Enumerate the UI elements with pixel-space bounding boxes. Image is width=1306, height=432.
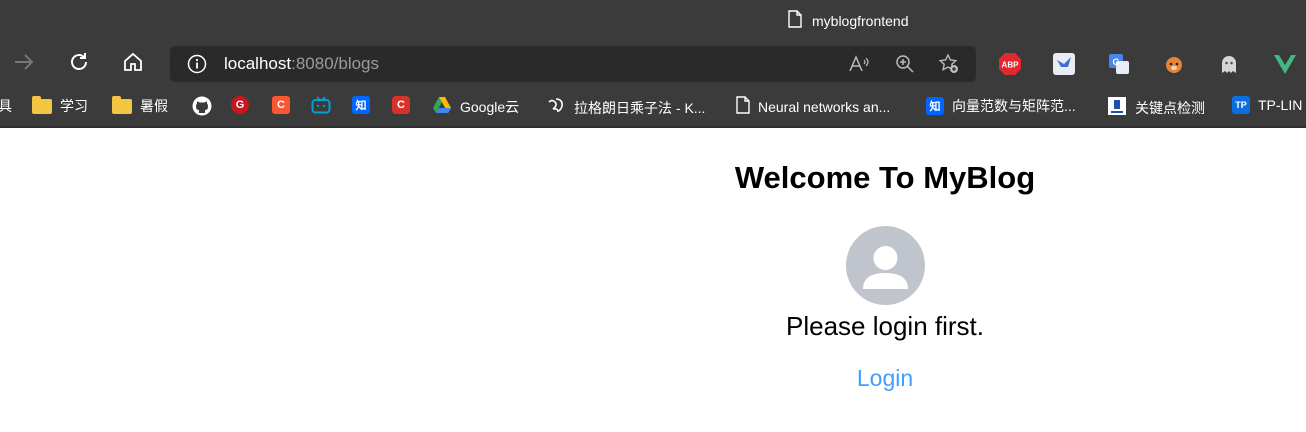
forward-button[interactable] [9,50,39,78]
bookmark-label: 暑假 [140,98,168,114]
info-icon[interactable] [186,54,208,74]
address-bar[interactable]: localhost:8080/blogs [170,46,976,82]
bookmark-folder-tools[interactable]: 具 [0,96,12,116]
page-title: Welcome To MyBlog [734,160,1036,195]
bookmark-label: 关键点检测 [1135,99,1205,116]
bookmark-csdn-2[interactable]: C [392,96,410,114]
favorite-add-icon[interactable] [938,53,960,74]
zhihu-icon: 知 [926,97,944,115]
user-icon [846,246,925,305]
om-icon [546,96,566,119]
folder-icon [32,95,52,114]
bookmark-label: 拉格朗日乘子法 - K... [574,99,706,116]
url-path: :8080/blogs [291,54,380,73]
arrow-right-icon [13,53,35,76]
csdn-icon: C [272,96,290,114]
reload-button[interactable] [64,50,94,78]
abp-extension-icon[interactable]: ABP [997,51,1023,77]
bookmark-keypoint-detection[interactable]: 关键点检测 [1107,96,1205,119]
login-link[interactable]: Login [0,365,1306,392]
avatar [846,226,925,305]
vue-extension-icon[interactable] [1272,51,1298,77]
reload-icon [68,51,90,78]
google-drive-icon [432,96,452,117]
bookmark-vector-norm[interactable]: 知 向量范数与矩阵范... [926,96,1076,116]
url-host: localhost [224,54,292,73]
page-icon [788,10,802,31]
bilibili-icon [311,96,331,117]
abp-text: ABP [1002,61,1020,70]
tp-icon: TP [1232,96,1250,114]
bookmark-github[interactable] [192,96,212,119]
bookmark-label: Neural networks an... [758,98,891,115]
zhihu-icon: 知 [352,96,370,114]
page-icon [736,96,750,117]
login-prompt: Please login first. [786,311,984,341]
navigation-bar: localhost:8080/blogs ABP G [0,42,1306,86]
active-tab[interactable]: myblogfrontend [788,10,909,31]
bird-extension-icon[interactable] [1051,51,1077,77]
bookmark-tplink[interactable]: TP TP-LIN [1232,96,1302,114]
bookmark-g-site[interactable]: G [231,96,249,114]
g-icon: G [231,96,249,114]
bookmark-lagrange[interactable]: 拉格朗日乘子法 - K... [546,96,705,119]
home-icon [122,52,144,77]
bookmark-label: 学习 [60,98,88,114]
read-aloud-icon[interactable] [848,54,870,74]
bookmark-label: TP-LIN [1258,97,1303,113]
csdn-icon: C [392,96,410,114]
bookmark-label: Google云 [460,98,520,115]
bookmark-zhihu-1[interactable]: 知 [352,96,370,114]
zoom-icon[interactable] [894,54,916,74]
bookmark-label: 具 [0,98,12,114]
folder-icon [112,95,132,114]
bookmark-folder-summer[interactable]: 暑假 [112,95,168,116]
window-titlebar: myblogfrontend [0,0,1306,42]
translate-extension-icon[interactable]: G [1106,51,1132,77]
page-header: Welcome To MyBlog [0,160,1306,196]
fox-extension-icon[interactable] [1161,51,1187,77]
translate-g-text: G [1112,57,1119,67]
bookmark-google-cloud[interactable]: Google云 [432,96,519,117]
bookmark-folder-study[interactable]: 学习 [32,95,88,116]
doc-icon [1107,96,1127,119]
bookmark-neural-networks[interactable]: Neural networks an... [736,96,890,117]
bookmarks-bar: 具 学习 暑假 G C 知 C Google云 拉格朗日乘子法 - K... N… [0,86,1306,128]
ghost-extension-icon[interactable] [1216,51,1242,77]
github-icon [192,96,212,119]
bookmark-bilibili[interactable] [311,96,331,117]
bookmark-label: 向量范数与矩阵范... [952,98,1076,114]
address-url[interactable]: localhost:8080/blogs [224,54,379,74]
tab-title: myblogfrontend [812,12,909,29]
home-button[interactable] [118,50,148,78]
bookmark-csdn-1[interactable]: C [272,96,290,114]
